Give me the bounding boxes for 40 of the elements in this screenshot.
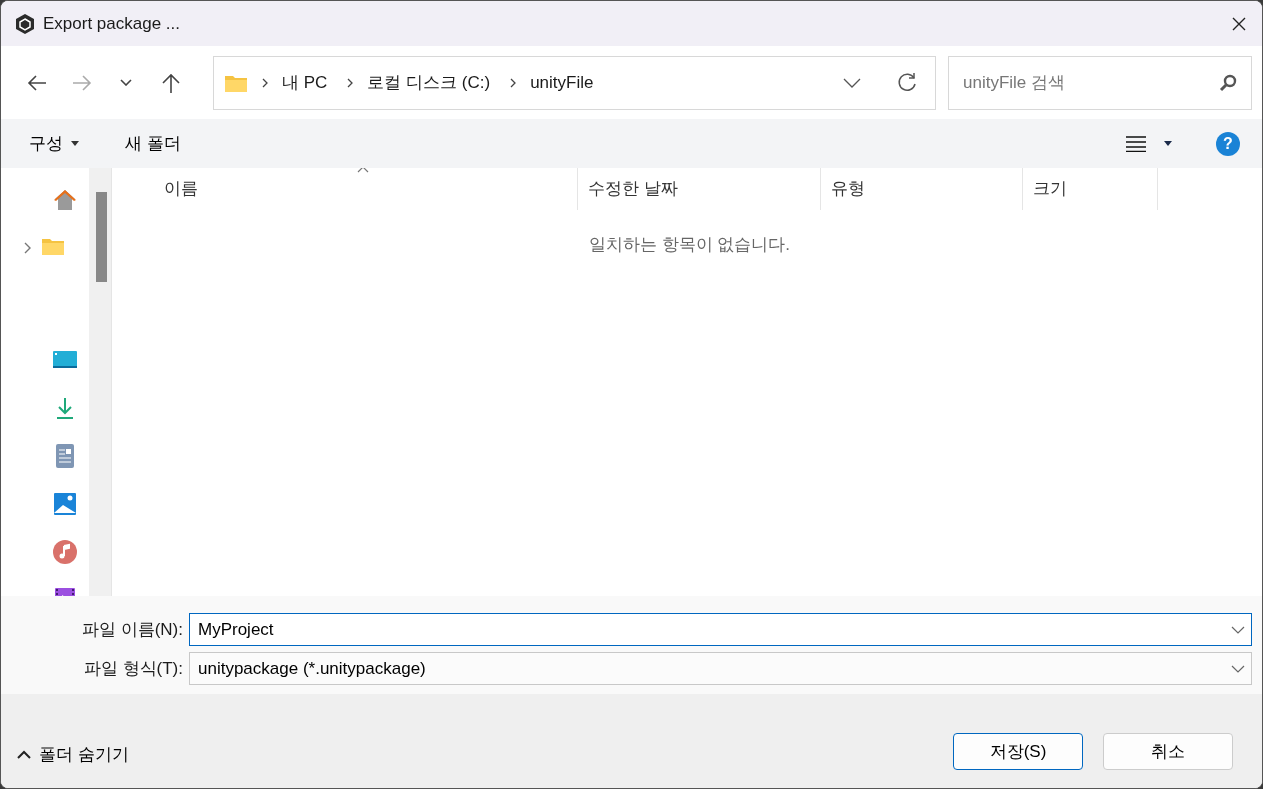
breadcrumb-item[interactable]: 내 PC xyxy=(276,69,334,96)
music-icon[interactable] xyxy=(53,540,77,564)
address-bar[interactable]: 내 PC 로컬 디스크 (C:) unityFile xyxy=(213,55,936,110)
chevron-down-icon xyxy=(120,79,133,86)
help-button[interactable]: ? xyxy=(1216,131,1240,156)
field-label: 파일 이름(N): xyxy=(80,618,184,641)
chevron-up-icon xyxy=(17,749,31,759)
new-folder-button[interactable]: 새 폴더 xyxy=(125,126,181,161)
list-view-icon xyxy=(1126,135,1146,152)
sort-ascending-icon xyxy=(357,168,369,173)
organize-button[interactable]: 구성 xyxy=(29,126,79,161)
column-header[interactable]: 수정한 날짜 xyxy=(578,168,821,210)
field-label: 파일 형식(T): xyxy=(82,657,184,680)
column-header[interactable]: 크기 xyxy=(1023,168,1158,210)
caret-down-icon xyxy=(71,141,79,146)
column-header[interactable]: 유형 xyxy=(821,168,1023,210)
search-icon xyxy=(1219,73,1237,92)
hide-folders-button[interactable]: 폴더 숨기기 xyxy=(17,741,129,767)
caret-down-icon xyxy=(1164,141,1172,146)
scrollbar-thumb[interactable] xyxy=(96,192,107,282)
image-icon[interactable] xyxy=(53,492,77,516)
chevron-down-icon[interactable] xyxy=(1231,625,1245,634)
empty-message: 일치하는 항목이 없습니다. xyxy=(587,234,792,256)
chevron-down-icon[interactable] xyxy=(1231,664,1245,673)
column-header[interactable]: 이름 xyxy=(117,168,578,210)
window-title: Export package ... xyxy=(43,12,181,35)
chevron-right-icon xyxy=(260,76,270,89)
cancel-button[interactable]: 취소 xyxy=(1103,733,1233,770)
scrollbar-track[interactable] xyxy=(89,168,111,596)
refresh-icon[interactable] xyxy=(896,71,918,94)
breadcrumb-item[interactable]: unityFile xyxy=(524,69,600,96)
home-icon[interactable] xyxy=(53,188,77,212)
save-button[interactable]: 저장(S) xyxy=(953,733,1083,770)
document-icon[interactable] xyxy=(53,444,77,468)
close-icon xyxy=(1231,15,1247,32)
chevron-down-icon xyxy=(843,76,861,89)
app-icon xyxy=(15,12,35,35)
breadcrumb-item[interactable]: 로컬 디스크 (C:) xyxy=(361,69,497,96)
search-field[interactable]: unityFile 검색 xyxy=(948,55,1252,110)
chevron-right-icon[interactable] xyxy=(23,241,33,255)
